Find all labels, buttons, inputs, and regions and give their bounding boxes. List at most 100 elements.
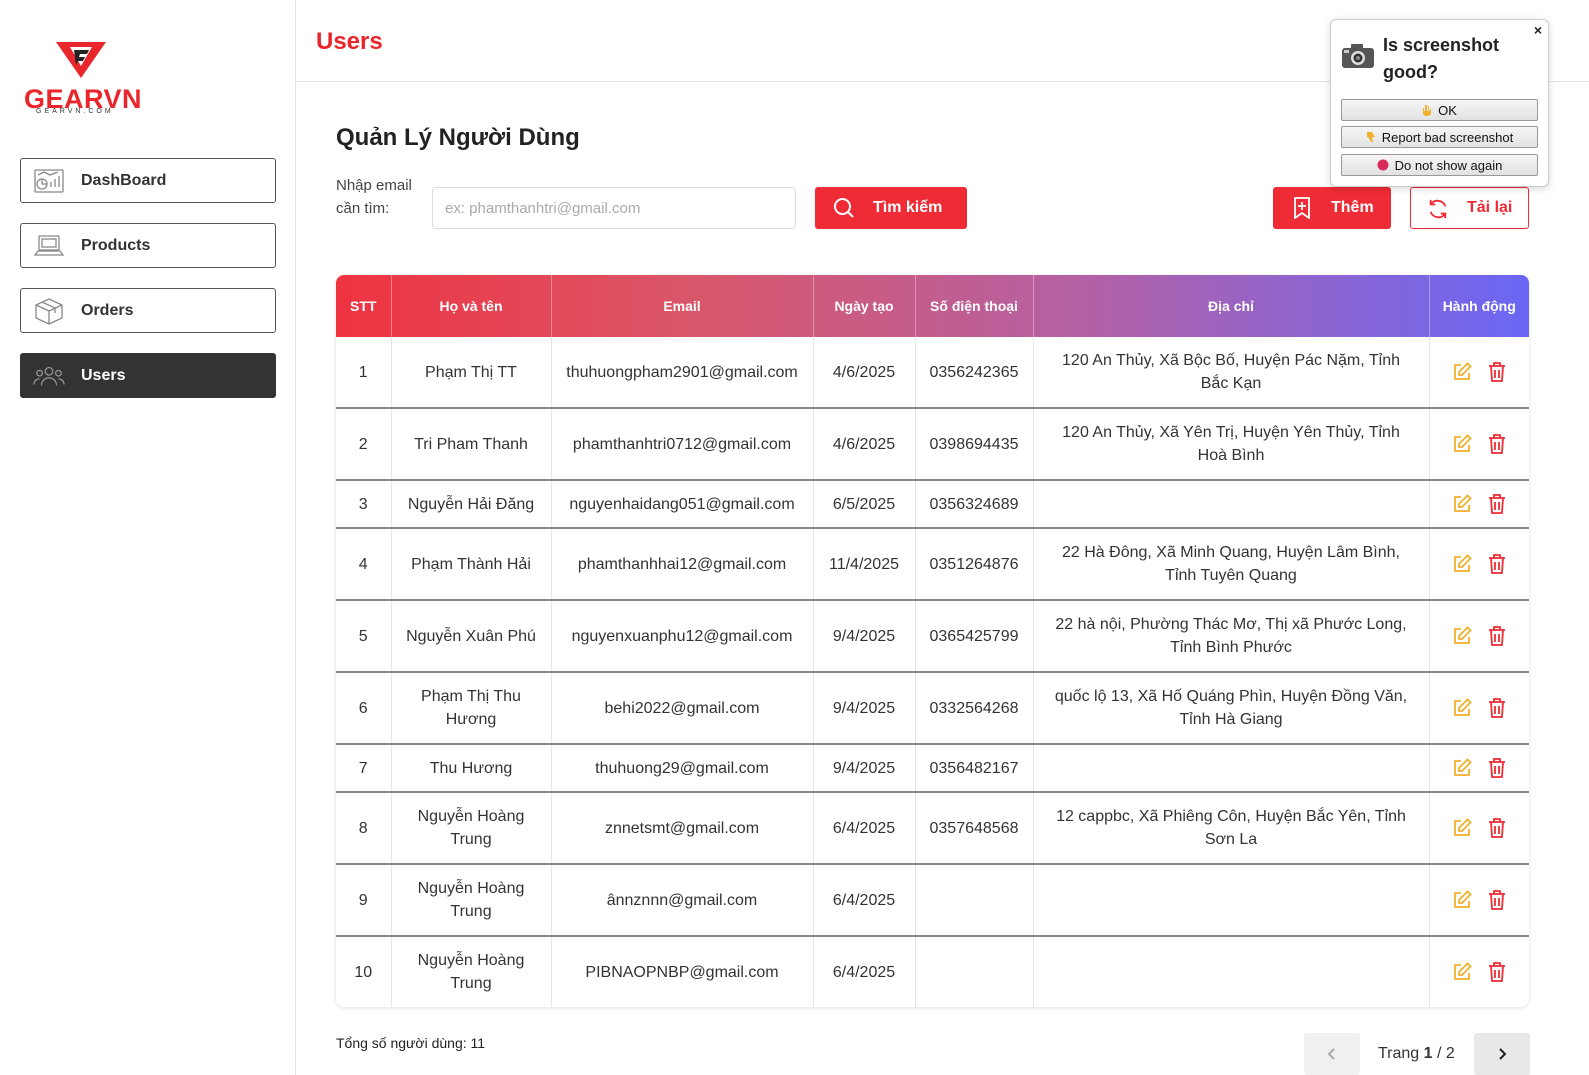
cell-name: Tri Pham Thanh — [391, 408, 552, 481]
search-label: Nhập email cần tìm: — [336, 177, 412, 217]
cell-date: 9/4/2025 — [813, 744, 916, 793]
laptop-icon — [33, 233, 65, 259]
cell-address — [1033, 480, 1430, 529]
cell-date: 4/6/2025 — [813, 337, 916, 409]
edit-icon[interactable] — [1452, 962, 1473, 982]
column-header-date: Ngày tạo — [813, 275, 916, 337]
cell-address: 22 hà nội, Phường Thác Mơ, Thị xã Phước … — [1033, 600, 1430, 673]
delete-icon[interactable] — [1488, 890, 1506, 910]
cell-address: quốc lộ 13, Xã Hố Quáng Phìn, Huyện Đồng… — [1033, 672, 1430, 745]
gearvn-logo[interactable]: GEARVN GEARVN.COM — [22, 40, 142, 120]
reload-button[interactable]: Tải lại — [1410, 187, 1529, 229]
cell-name: Thu Hương — [391, 744, 552, 793]
cell-name: Nguyễn Hoàng Trung — [391, 792, 552, 865]
report-bad-screenshot-button[interactable]: Report bad screenshot — [1341, 126, 1538, 148]
cell-actions — [1429, 936, 1529, 1007]
cell-actions — [1429, 600, 1529, 673]
cell-stt: 7 — [336, 744, 392, 793]
cell-stt: 1 — [336, 337, 392, 409]
edit-icon[interactable] — [1452, 698, 1473, 718]
cell-phone: 0332564268 — [915, 672, 1034, 745]
page-current: 1 — [1423, 1045, 1433, 1062]
sidebar-item-products[interactable]: Products — [20, 223, 276, 268]
cell-phone: 0351264876 — [915, 528, 1034, 601]
search-input[interactable] — [432, 187, 796, 229]
cell-date: 9/4/2025 — [813, 600, 916, 673]
cell-email: nguyenhaidang051@gmail.com — [551, 480, 814, 529]
table-row: 7 Thu Hương thuhuong29@gmail.com 9/4/2025 03… — [336, 744, 1529, 793]
edit-icon[interactable] — [1452, 890, 1473, 910]
cell-phone: 0356324689 — [915, 480, 1034, 529]
delete-icon[interactable] — [1488, 362, 1506, 382]
table-row: 1 Phạm Thị TT thuhuongpham2901@gmail.com 4/… — [336, 337, 1529, 409]
cell-actions — [1429, 864, 1529, 937]
camera-icon — [1341, 42, 1375, 75]
edit-icon[interactable] — [1452, 758, 1473, 778]
cell-email: thuhuongpham2901@gmail.com — [551, 337, 814, 409]
ok-button[interactable]: OK — [1341, 99, 1538, 121]
table-row: 3 Nguyễn Hải Đăng nguyenhaidang051@gmail.c… — [336, 480, 1529, 529]
reload-button-label: Tải lại — [1467, 199, 1513, 216]
chevron-left-icon — [1325, 1047, 1339, 1061]
cell-address: 12 cappbc, Xã Phiêng Côn, Huyện Bắc Yên,… — [1033, 792, 1430, 865]
do-not-show-again-button[interactable]: Do not show again — [1341, 154, 1538, 176]
users-table: STT Họ và tên Email Ngày tạo Số điện tho… — [336, 275, 1529, 1007]
delete-icon[interactable] — [1488, 434, 1506, 454]
sidebar-item-label: DashBoard — [81, 171, 167, 189]
cell-email: thuhuong29@gmail.com — [551, 744, 814, 793]
cell-phone: 0398694435 — [915, 408, 1034, 481]
next-page-button[interactable] — [1474, 1033, 1530, 1075]
cell-phone: 0356242365 — [915, 337, 1034, 409]
red-dot-icon — [1377, 159, 1389, 171]
previous-page-button[interactable] — [1304, 1033, 1360, 1075]
delete-icon[interactable] — [1488, 758, 1506, 778]
column-header-phone: Số điện thoại — [915, 275, 1034, 337]
column-header-stt: STT — [336, 275, 392, 337]
add-user-button[interactable]: Thêm — [1273, 187, 1391, 229]
edit-icon[interactable] — [1452, 494, 1473, 514]
section-heading: Quản Lý Người Dùng — [336, 124, 580, 151]
ok-label: OK — [1438, 102, 1457, 118]
search-icon — [833, 197, 855, 219]
delete-icon[interactable] — [1488, 698, 1506, 718]
cell-address — [1033, 744, 1430, 793]
delete-icon[interactable] — [1488, 626, 1506, 646]
cell-stt: 2 — [336, 408, 392, 481]
sidebar-item-label: Orders — [81, 301, 134, 319]
close-icon[interactable]: × — [1534, 22, 1542, 38]
table-row: 8 Nguyễn Hoàng Trung znnetsmt@gmail.com 6/4… — [336, 792, 1529, 865]
sidebar-item-users[interactable]: Users — [20, 353, 276, 398]
sidebar-item-dashboard[interactable]: DashBoard — [20, 158, 276, 203]
cell-phone: 0356482167 — [915, 744, 1034, 793]
logo-domain: GEARVN.COM — [36, 108, 114, 115]
cell-address — [1033, 864, 1430, 937]
search-button[interactable]: Tìm kiếm — [815, 187, 967, 229]
edit-icon[interactable] — [1452, 626, 1473, 646]
cell-name: Phạm Thành Hải — [391, 528, 552, 601]
sidebar: GEARVN GEARVN.COM DashBoard Products Ord… — [0, 0, 296, 1075]
cell-stt: 4 — [336, 528, 392, 601]
table-row: 10 Nguyễn Hoàng Trung PIBNAOPNBP@gmail.com… — [336, 936, 1529, 1007]
edit-icon[interactable] — [1452, 434, 1473, 454]
sidebar-item-orders[interactable]: Orders — [20, 288, 276, 333]
logo-mark-icon — [56, 42, 106, 78]
cell-email: phamthanhhai12@gmail.com — [551, 528, 814, 601]
cell-email: nguyenxuanphu12@gmail.com — [551, 600, 814, 673]
edit-icon[interactable] — [1452, 362, 1473, 382]
edit-icon[interactable] — [1452, 554, 1473, 574]
cell-name: Phạm Thị Thu Hương — [391, 672, 552, 745]
thumbs-down-icon — [1366, 131, 1376, 143]
delete-icon[interactable] — [1488, 494, 1506, 514]
delete-icon[interactable] — [1488, 962, 1506, 982]
delete-icon[interactable] — [1488, 554, 1506, 574]
table-row: 5 Nguyễn Xuân Phú nguyenxuanphu12@gmail.co… — [336, 600, 1529, 673]
column-header-name: Họ và tên — [391, 275, 552, 337]
table-row: 2 Tri Pham Thanh phamthanhtri0712@gmail.co… — [336, 408, 1529, 481]
add-button-label: Thêm — [1331, 199, 1374, 216]
cell-date: 6/4/2025 — [813, 864, 916, 937]
users-icon — [33, 363, 65, 389]
report-label: Report bad screenshot — [1381, 129, 1514, 145]
edit-icon[interactable] — [1452, 818, 1473, 838]
delete-icon[interactable] — [1488, 818, 1506, 838]
cell-actions — [1429, 337, 1529, 409]
